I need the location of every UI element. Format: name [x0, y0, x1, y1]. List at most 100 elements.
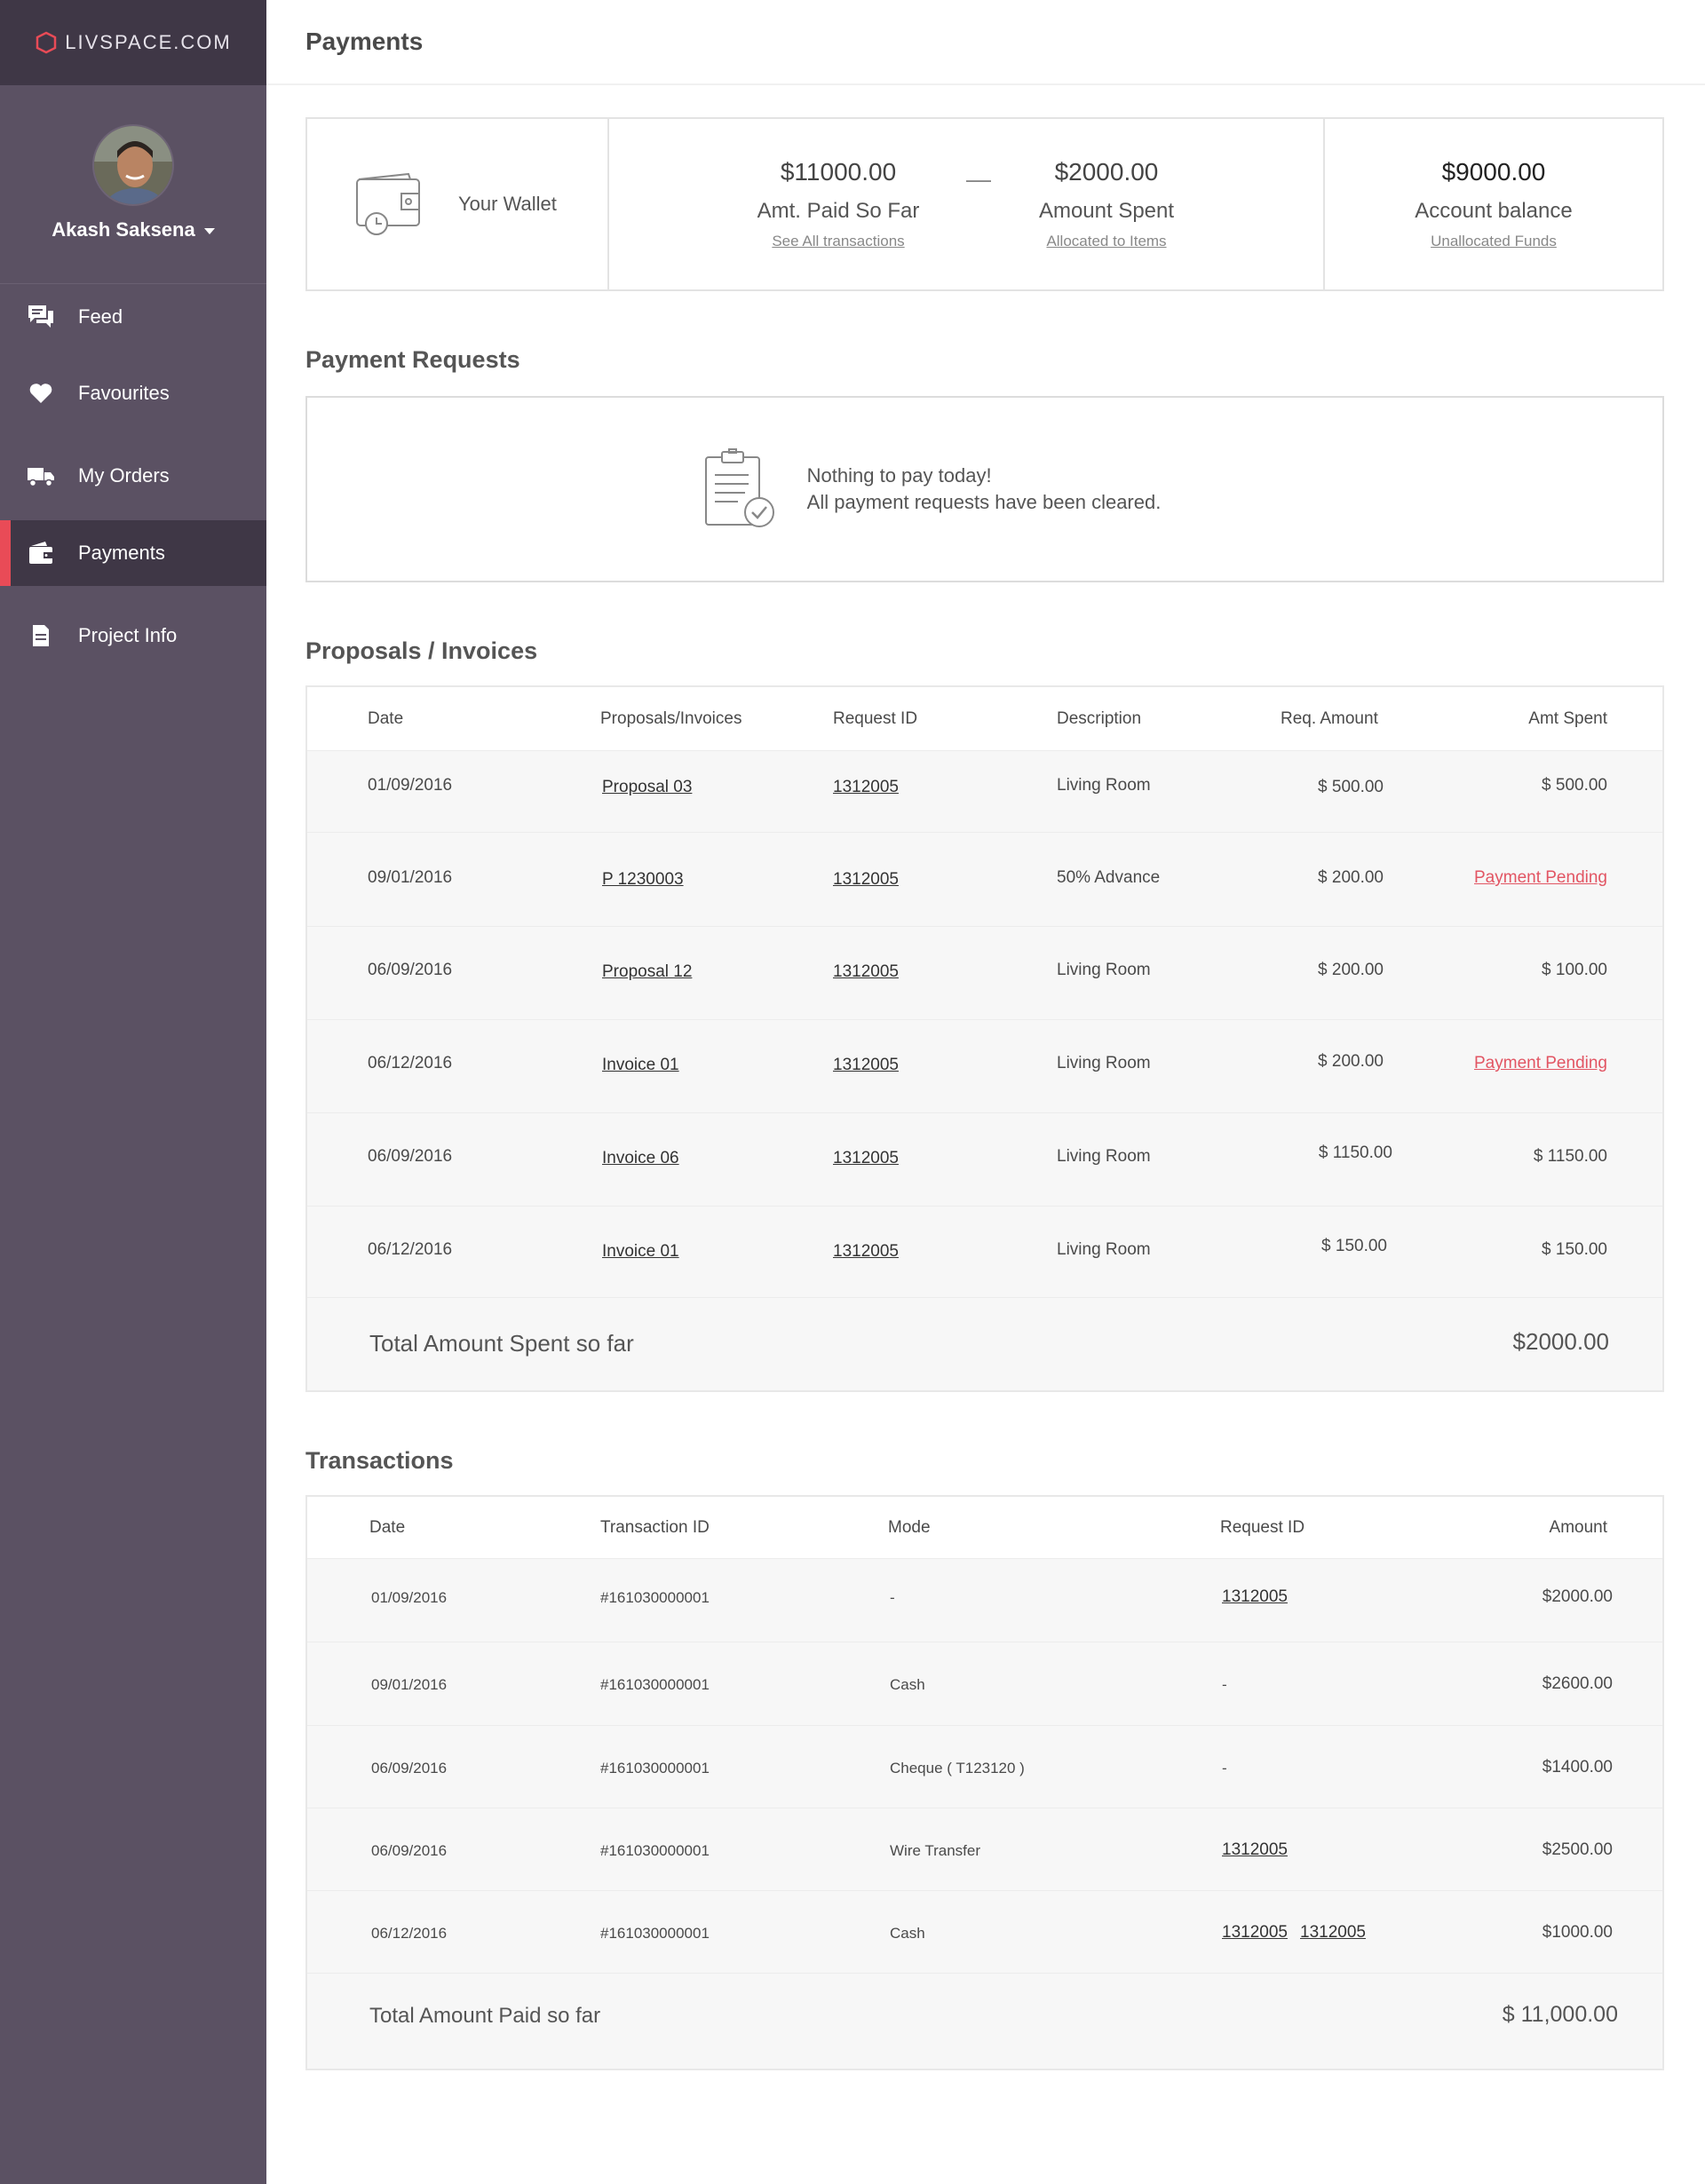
row-document-link[interactable]: Proposal 03: [602, 778, 692, 797]
amount-paid-stat: $11000.00 Amt. Paid So Far See All trans…: [723, 158, 954, 250]
total-paid-value: $ 11,000.00: [1502, 2002, 1618, 2027]
sidebar-item-label: Project Info: [78, 624, 178, 646]
wallet-panel: Your Wallet: [307, 119, 609, 289]
amount-spent-label: Amount Spent: [1038, 199, 1175, 223]
total-row: Total Amount Spent so far $2000.00: [307, 1298, 1662, 1390]
row-date: 06/09/2016: [371, 1842, 448, 1859]
stat-separator: —: [966, 165, 991, 193]
payment-pending-link[interactable]: Payment Pending: [1474, 868, 1607, 888]
table-row: 06/12/2016 #161030000001 Cash 1312005 13…: [307, 1891, 1662, 1974]
row-date: 06/12/2016: [368, 1240, 453, 1259]
column-header-date: Date: [368, 709, 404, 728]
row-date: 01/09/2016: [368, 776, 453, 795]
transactions-title: Transactions: [305, 1447, 454, 1474]
amount-spent-value: $2000.00: [1054, 158, 1159, 186]
total-spent-value: $2000.00: [1512, 1328, 1609, 1355]
row-request-id-link[interactable]: 1312005: [833, 1056, 899, 1075]
document-icon: [27, 621, 55, 650]
user-menu[interactable]: Akash Saksena: [52, 218, 215, 241]
row-document-link[interactable]: Invoice 01: [602, 1242, 679, 1262]
row-request-id-link[interactable]: 1312005: [1222, 1587, 1288, 1607]
amount-spent-stat: $2000.00 Amount Spent Allocated to Items: [991, 158, 1222, 250]
transactions-table: Date Transaction ID Mode Request ID Amou…: [305, 1495, 1664, 2070]
row-amount: $2600.00: [1542, 1674, 1613, 1693]
row-request-id-link[interactable]: 1312005: [833, 870, 899, 890]
total-spent-label: Total Amount Spent so far: [369, 1330, 634, 1357]
row-mode: Wire Transfer: [890, 1842, 981, 1859]
row-transaction-id: #161030000001: [600, 1842, 710, 1859]
chat-icon: [27, 303, 55, 331]
row-document-link[interactable]: P 1230003: [602, 870, 684, 890]
row-request-id-link[interactable]: 1312005: [1300, 1923, 1366, 1943]
row-date: 06/09/2016: [368, 1147, 453, 1166]
row-request-id-link[interactable]: 1312005: [1222, 1923, 1288, 1943]
wallet-label: Your Wallet: [458, 193, 557, 215]
row-req-amount: $ 150.00: [1321, 1237, 1387, 1255]
sidebar-item-project-info[interactable]: Project Info: [0, 603, 266, 669]
row-request-id-link[interactable]: 1312005: [833, 778, 899, 797]
column-header-req-amount: Req. Amount: [1281, 709, 1378, 728]
row-description: 50% Advance: [1057, 868, 1161, 887]
table-header: Date Proposals/Invoices Request ID Descr…: [307, 687, 1662, 751]
wallet-clock-icon: [356, 172, 420, 235]
amount-paid-value: $11000.00: [780, 158, 897, 186]
row-mode: Cheque ( T123120 ): [890, 1760, 1025, 1776]
main-header: Payments: [266, 0, 1705, 85]
payment-requests-message: Nothing to pay today! All payment reques…: [807, 463, 1162, 516]
column-header-amt-spent: Amt Spent: [1528, 709, 1607, 728]
sidebar-item-feed[interactable]: Feed: [0, 284, 266, 350]
total-paid-label: Total Amount Paid so far: [369, 2004, 601, 2028]
row-description: Living Room: [1057, 776, 1151, 795]
column-header-description: Description: [1057, 709, 1142, 728]
avatar[interactable]: [92, 124, 174, 206]
row-mode: -: [890, 1589, 895, 1606]
profile: Akash Saksena: [0, 85, 266, 284]
row-request-id: -: [1222, 1760, 1227, 1776]
row-document-link[interactable]: Proposal 12: [602, 962, 692, 982]
wallet-icon: [27, 539, 55, 567]
table-row: 01/09/2016 #161030000001 - 1312005 $2000…: [307, 1559, 1662, 1642]
row-amount: $2500.00: [1542, 1840, 1613, 1859]
unallocated-funds-link[interactable]: Unallocated Funds: [1431, 233, 1557, 250]
see-all-transactions-link[interactable]: See All transactions: [772, 233, 904, 250]
row-amt-spent: $ 1150.00: [1533, 1147, 1607, 1166]
user-name: Akash Saksena: [52, 218, 195, 241]
row-document-link[interactable]: Invoice 01: [602, 1056, 679, 1075]
row-req-amount: $ 1150.00: [1318, 1143, 1392, 1162]
column-header-mode: Mode: [888, 1518, 931, 1537]
row-date: 06/12/2016: [371, 1925, 448, 1942]
row-request-id-link[interactable]: 1312005: [833, 962, 899, 982]
row-transaction-id: #161030000001: [600, 1925, 710, 1942]
row-transaction-id: #161030000001: [600, 1676, 710, 1693]
livspace-logo-icon: [36, 31, 57, 54]
row-amt-spent: $ 100.00: [1542, 961, 1607, 979]
row-date: 06/09/2016: [368, 961, 453, 979]
sidebar-item-my-orders[interactable]: My Orders: [0, 443, 266, 509]
column-header-request-id: Request ID: [833, 709, 918, 728]
payment-pending-link[interactable]: Payment Pending: [1474, 1054, 1607, 1073]
allocated-to-items-link[interactable]: Allocated to Items: [1046, 233, 1166, 250]
table-row: 06/09/2016 #161030000001 Cheque ( T12312…: [307, 1726, 1662, 1808]
row-amt-spent: $ 500.00: [1542, 776, 1607, 795]
logo[interactable]: LIVSPACE.COM: [0, 0, 266, 85]
row-description: Living Room: [1057, 1147, 1151, 1166]
row-date: 09/01/2016: [371, 1676, 448, 1693]
row-amt-spent: $ 150.00: [1542, 1240, 1607, 1259]
row-amount: $1400.00: [1542, 1758, 1613, 1776]
sidebar-item-payments[interactable]: Payments: [0, 520, 266, 586]
sidebar-item-label: Feed: [78, 305, 123, 328]
row-document-link[interactable]: Invoice 06: [602, 1149, 679, 1168]
row-request-id-link[interactable]: 1312005: [833, 1149, 899, 1168]
row-description: Living Room: [1057, 961, 1151, 979]
row-request-id-link[interactable]: 1312005: [1222, 1840, 1288, 1860]
chevron-down-icon: [203, 228, 215, 234]
account-balance-value: $9000.00: [1441, 158, 1546, 186]
truck-icon: [27, 462, 55, 490]
row-date: 06/09/2016: [371, 1760, 448, 1776]
payment-requests-line2: All payment requests have been cleared.: [806, 491, 1162, 513]
table-row: 06/09/2016 Proposal 12 1312005 Living Ro…: [307, 927, 1662, 1020]
row-transaction-id: #161030000001: [600, 1760, 710, 1776]
row-request-id-link[interactable]: 1312005: [833, 1242, 899, 1262]
logo-text: LIVSPACE.COM: [65, 31, 232, 53]
sidebar-item-favourites[interactable]: Favourites: [0, 360, 266, 426]
